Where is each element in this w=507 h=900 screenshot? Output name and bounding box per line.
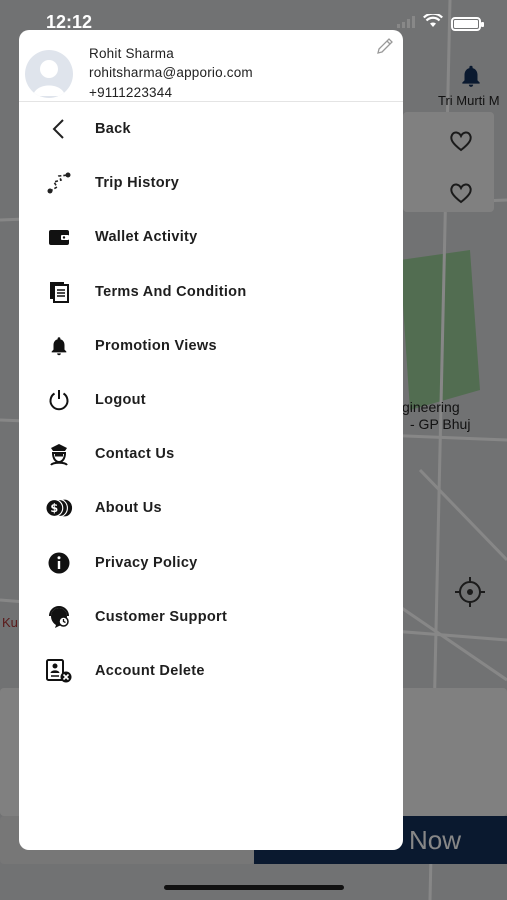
menu-item-label: Customer Support (95, 608, 228, 625)
status-icons (397, 12, 484, 33)
menu-item-label: Logout (95, 392, 146, 409)
info-icon (45, 549, 73, 577)
menu-item-label: Terms And Condition (95, 283, 247, 300)
navigation-drawer: Rohit Sharma rohitsharma@apporio.com +91… (19, 30, 403, 850)
avatar[interactable] (25, 50, 73, 98)
chevron-left-icon (45, 115, 73, 143)
profile-email: rohitsharma@apporio.com (89, 65, 253, 80)
menu-item-label: Wallet Activity (95, 229, 198, 246)
coins-icon: $ (45, 494, 73, 522)
menu-item-label: Trip History (95, 175, 180, 192)
menu-item-about-us[interactable]: $ About Us (19, 481, 403, 535)
menu-item-label: Promotion Views (95, 337, 217, 354)
menu-item-label: Back (95, 121, 131, 138)
menu-item-trip-history[interactable]: Trip History (19, 156, 403, 210)
menu-item-customer-support[interactable]: Customer Support (19, 590, 403, 644)
menu-item-back[interactable]: Back (19, 102, 403, 156)
menu-item-terms-and-condition[interactable]: Terms And Condition (19, 265, 403, 319)
menu-item-contact-us[interactable]: Contact Us (19, 427, 403, 481)
menu-item-label: Contact Us (95, 446, 175, 463)
menu-item-label: Privacy Policy (95, 554, 198, 571)
menu-item-privacy-policy[interactable]: Privacy Policy (19, 536, 403, 590)
wallet-icon (45, 223, 73, 251)
menu-item-label: About Us (95, 500, 162, 517)
account-delete-icon (45, 657, 73, 685)
svg-text:$: $ (50, 503, 58, 516)
profile-phone: +9111223344 (89, 85, 173, 100)
bell-icon (45, 332, 73, 360)
menu-item-promotion-views[interactable]: Promotion Views (19, 319, 403, 373)
power-icon (45, 386, 73, 414)
wifi-icon (423, 12, 443, 33)
officer-icon (45, 440, 73, 468)
battery-icon (451, 16, 484, 31)
route-icon (45, 169, 73, 197)
home-indicator[interactable] (164, 885, 344, 890)
menu-item-wallet-activity[interactable]: Wallet Activity (19, 210, 403, 264)
menu-item-label: Account Delete (95, 662, 205, 679)
edit-pencil-icon[interactable] (375, 36, 395, 56)
profile-header[interactable]: Rohit Sharma rohitsharma@apporio.com +91… (19, 30, 403, 102)
menu-item-account-delete[interactable]: Account Delete (19, 644, 403, 698)
support-icon (45, 603, 73, 631)
profile-name: Rohit Sharma (89, 46, 174, 61)
drawer-menu: Back Trip History Wallet Activity Terms … (19, 102, 403, 698)
menu-item-logout[interactable]: Logout (19, 373, 403, 427)
documents-icon (45, 278, 73, 306)
